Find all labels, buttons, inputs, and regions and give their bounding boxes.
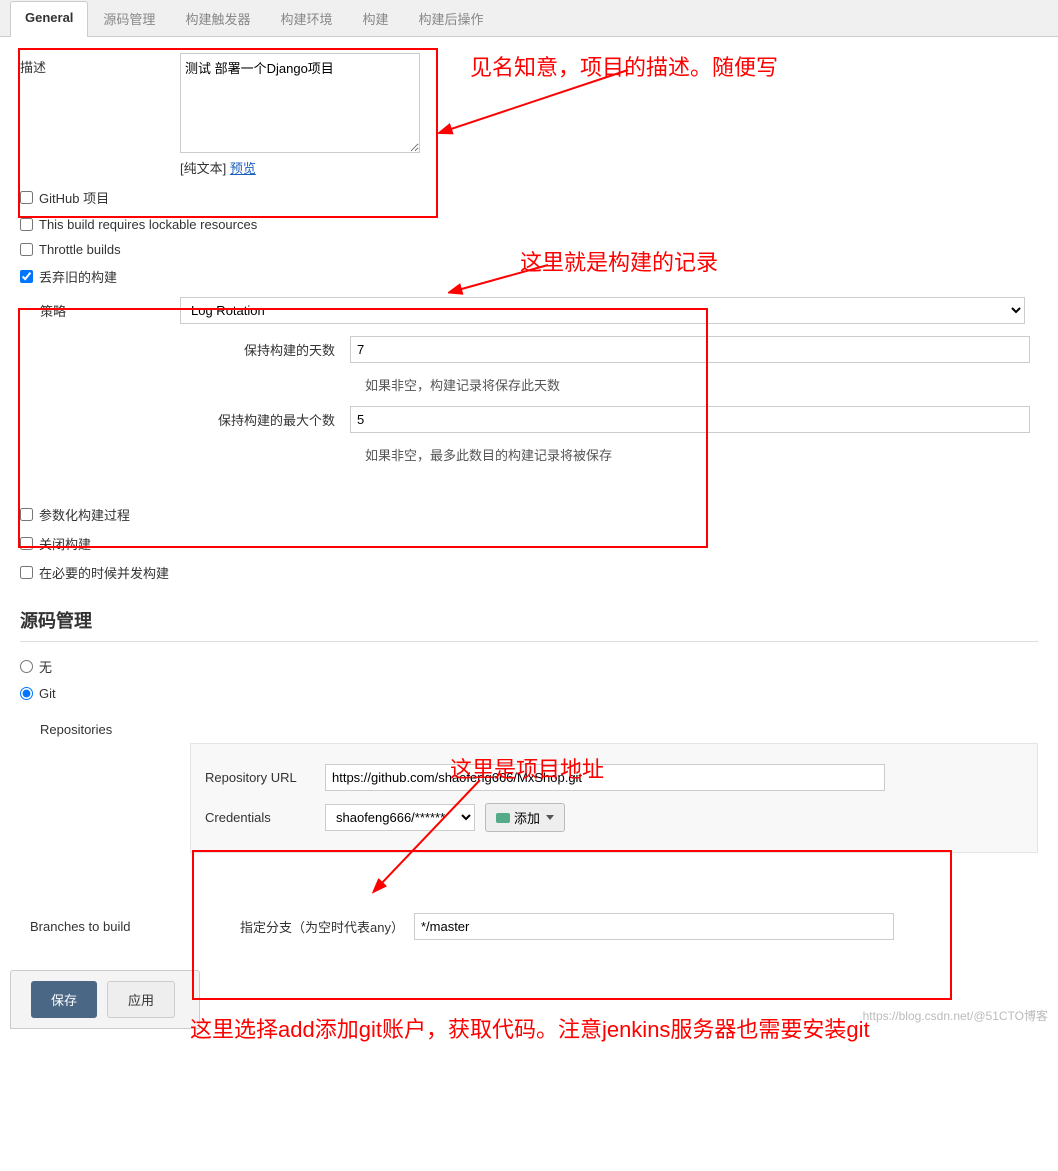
- annotation-text: 这里选择add添加git账户，获取代码。注意jenkins服务器也需要安装git: [190, 1015, 970, 1046]
- tab-env[interactable]: 构建环境: [265, 0, 347, 36]
- param-checkbox[interactable]: [20, 508, 33, 521]
- lockable-checkbox[interactable]: [20, 218, 33, 231]
- disable-label: 关闭构建: [39, 534, 91, 553]
- tab-postbuild[interactable]: 构建后操作: [403, 0, 498, 36]
- scm-section-title: 源码管理: [20, 587, 1038, 642]
- max-help: 如果非空，最多此数目的构建记录将被保存: [20, 439, 1038, 470]
- throttle-label: Throttle builds: [39, 242, 121, 257]
- footer-bar: 保存 应用: [10, 970, 200, 1029]
- tab-general[interactable]: General: [10, 1, 88, 37]
- strategy-label: 策略: [20, 297, 180, 320]
- description-label: 描述: [20, 53, 180, 76]
- github-project-label: GitHub 项目: [39, 188, 109, 207]
- credentials-label: Credentials: [205, 810, 325, 825]
- disable-checkbox[interactable]: [20, 537, 33, 550]
- discard-label: 丢弃旧的构建: [39, 267, 117, 286]
- repository-block: Repository URL Credentials shaofeng666/*…: [190, 743, 1038, 853]
- scm-none-label: 无: [39, 657, 52, 676]
- max-label: 保持构建的最大个数: [20, 406, 350, 429]
- branches-label: Branches to build: [20, 919, 180, 934]
- watermark: https://blog.csdn.net/@51CTO博客: [863, 1007, 1048, 1024]
- days-input[interactable]: [350, 336, 1030, 363]
- plaintext-label: [纯文本]: [180, 161, 230, 176]
- branch-input[interactable]: [414, 913, 894, 940]
- tab-scm[interactable]: 源码管理: [88, 0, 170, 36]
- repositories-label: Repositories: [20, 718, 180, 737]
- key-icon: [496, 813, 510, 823]
- caret-down-icon: [546, 815, 554, 820]
- github-project-checkbox[interactable]: [20, 191, 33, 204]
- concurrent-label: 在必要的时候并发构建: [39, 563, 169, 582]
- branch-spec-label: 指定分支（为空时代表any）: [180, 917, 404, 936]
- save-button[interactable]: 保存: [31, 981, 97, 1018]
- repo-url-input[interactable]: [325, 764, 885, 791]
- scm-git-label: Git: [39, 686, 56, 701]
- apply-button[interactable]: 应用: [107, 981, 175, 1018]
- max-input[interactable]: [350, 406, 1030, 433]
- add-credentials-button[interactable]: 添加: [485, 803, 565, 832]
- tab-build[interactable]: 构建: [347, 0, 403, 36]
- description-textarea[interactable]: 测试 部署一个Django项目: [180, 53, 420, 153]
- throttle-checkbox[interactable]: [20, 243, 33, 256]
- concurrent-checkbox[interactable]: [20, 566, 33, 579]
- tab-triggers[interactable]: 构建触发器: [170, 0, 265, 36]
- days-help: 如果非空，构建记录将保存此天数: [20, 369, 1038, 400]
- param-label: 参数化构建过程: [39, 505, 130, 524]
- lockable-label: This build requires lockable resources: [39, 217, 257, 232]
- discard-checkbox[interactable]: [20, 270, 33, 283]
- credentials-select[interactable]: shaofeng666/******: [325, 804, 475, 831]
- preview-link[interactable]: 预览: [230, 161, 256, 176]
- scm-git-radio[interactable]: [20, 687, 33, 700]
- repo-url-label: Repository URL: [205, 770, 325, 785]
- scm-none-radio[interactable]: [20, 660, 33, 673]
- config-tabs: General 源码管理 构建触发器 构建环境 构建 构建后操作: [0, 0, 1058, 37]
- strategy-select[interactable]: Log Rotation: [180, 297, 1025, 324]
- days-label: 保持构建的天数: [20, 336, 350, 359]
